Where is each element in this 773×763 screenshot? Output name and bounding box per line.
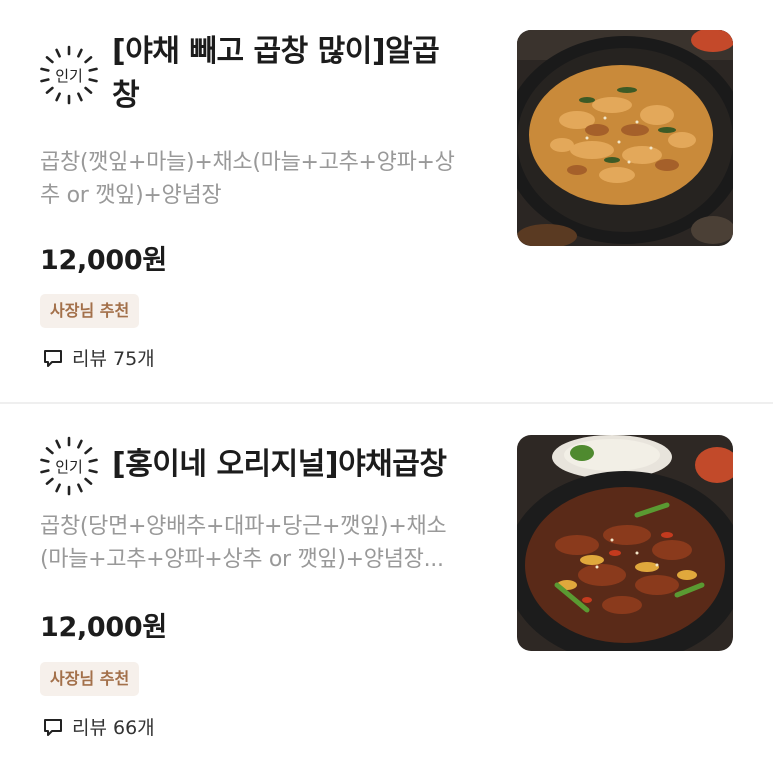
menu-item-photo[interactable] bbox=[517, 435, 733, 651]
speech-bubble-icon bbox=[44, 718, 62, 736]
menu-item-price: 12,000원 bbox=[40, 245, 167, 276]
menu-list: 인기 [야채 빼고 곱창 많이]알곱 창 곱창(깻잎+마늘)+채소(마늘+고추+… bbox=[0, 0, 773, 763]
review-count[interactable]: 리뷰 66개 bbox=[42, 713, 155, 740]
menu-item[interactable]: 인기 [야채 빼고 곱창 많이]알곱 창 곱창(깻잎+마늘)+채소(마늘+고추+… bbox=[0, 0, 773, 404]
review-count-label: 리뷰 75개 bbox=[72, 348, 155, 370]
review-count[interactable]: 리뷰 75개 bbox=[42, 344, 155, 371]
menu-item-title: [야채 빼고 곱창 많이]알곱 창 bbox=[112, 34, 440, 113]
menu-item-description: 곱창(당면+양배추+대파+당근+깻잎)+채소 (마늘+고추+양파+상추 or 깻… bbox=[40, 514, 447, 572]
popular-badge: 인기 bbox=[38, 44, 100, 106]
review-count-label: 리뷰 66개 bbox=[72, 717, 155, 739]
vegetable-gopchang-photo-icon bbox=[517, 435, 733, 651]
menu-item-description: 곱창(깻잎+마늘)+채소(마늘+고추+양파+상 추 or 깻잎)+양념장 bbox=[40, 150, 455, 208]
menu-item[interactable]: 인기 [홍이네 오리지널]야채곱창 곱창(당면+양배추+대파+당근+깻잎)+채소… bbox=[0, 403, 773, 763]
menu-item-photo[interactable] bbox=[517, 30, 733, 246]
popular-badge-label: 인기 bbox=[55, 457, 83, 476]
menu-item-price: 12,000원 bbox=[40, 612, 167, 643]
owner-recommend-tag: 사장님 추천 bbox=[40, 662, 140, 696]
popular-badge: 인기 bbox=[38, 435, 100, 497]
menu-item-title: [홍이네 오리지널]야채곱창 bbox=[112, 447, 447, 482]
stir-fried-gopchang-photo-icon bbox=[517, 30, 733, 246]
popular-badge-label: 인기 bbox=[55, 66, 83, 85]
speech-bubble-icon bbox=[44, 349, 62, 367]
owner-recommend-tag: 사장님 추천 bbox=[40, 294, 140, 328]
